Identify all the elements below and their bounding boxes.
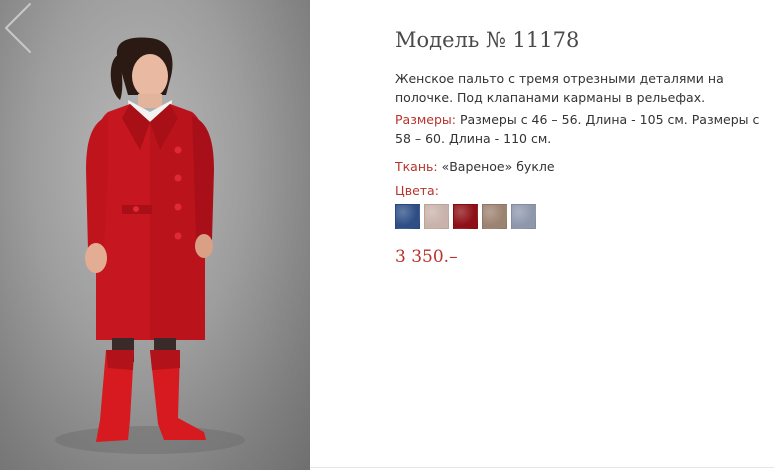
product-fabric: Ткань: «Вареное» букле — [395, 157, 555, 176]
color-swatch-tan[interactable] — [482, 204, 507, 229]
colors-label: Цвета: — [395, 183, 439, 198]
fabric-label: Ткань: — [395, 159, 438, 174]
chevron-left-icon[interactable] — [0, 0, 34, 56]
color-swatch-red[interactable] — [453, 204, 478, 229]
sizes-label: Размеры: — [395, 112, 456, 127]
product-page: Модель № 11178 Женское пальто с тремя от… — [0, 0, 774, 470]
color-swatch-beige[interactable] — [424, 204, 449, 229]
color-swatch-grey-blue[interactable] — [511, 204, 536, 229]
fabric-value: «Вареное» букле — [437, 159, 555, 174]
color-swatch-blue[interactable] — [395, 204, 420, 229]
divider — [310, 467, 774, 468]
color-swatches — [395, 204, 536, 229]
product-price: 3 350.– — [395, 247, 458, 267]
model-in-red-coat-image — [55, 37, 245, 454]
product-description: Женское пальто с тремя отрезными деталям… — [395, 71, 724, 105]
product-title: Модель № 11178 — [395, 28, 580, 52]
product-photo — [0, 0, 310, 470]
product-sizes: Размеры: Размеры с 46 – 56. Длина - 105 … — [395, 110, 765, 148]
